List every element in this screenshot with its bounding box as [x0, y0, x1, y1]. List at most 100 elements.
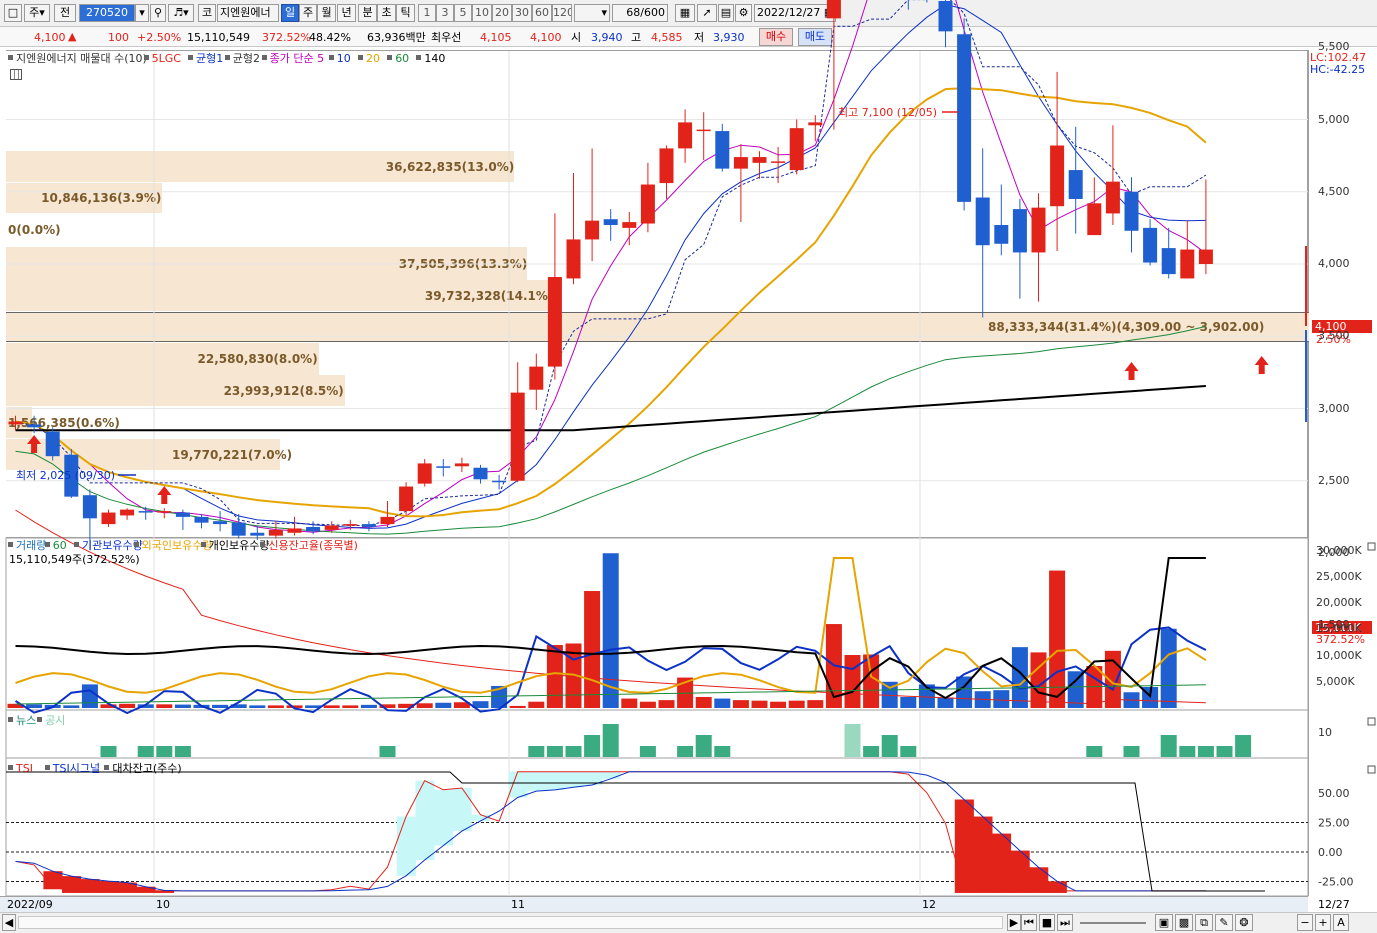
- lc-indicator: [1305, 246, 1307, 326]
- tsi-panel: [5, 757, 1309, 897]
- volume-bar: [26, 704, 43, 708]
- legend-item[interactable]: 60: [53, 539, 67, 552]
- first-page-icon[interactable]: ⏮: [1021, 914, 1037, 931]
- legend-item[interactable]: 뉴스: [16, 714, 36, 727]
- legend-item[interactable]: 종가 단순 5: [270, 52, 324, 65]
- volume-bar: [63, 705, 80, 708]
- tsi-fill: [973, 816, 993, 893]
- legend-marker: [188, 55, 193, 60]
- price-y-tick: 4,500: [1318, 184, 1350, 198]
- candle-body: [826, 0, 841, 19]
- stop-icon[interactable]: ■: [1039, 914, 1055, 931]
- volume-bar: [435, 702, 452, 708]
- candle-body: [510, 392, 525, 481]
- legend-marker: [200, 542, 206, 547]
- legend-item[interactable]: 20: [366, 52, 380, 65]
- panel-close-icon-1: [1367, 717, 1376, 726]
- x-label-dec: 12: [922, 898, 936, 911]
- scroll-left-button[interactable]: ◀: [2, 914, 16, 931]
- low-note: 최저 2,025 (09/30): [16, 469, 116, 482]
- news-bar: [1123, 746, 1140, 757]
- minus-icon[interactable]: −: [1297, 914, 1313, 931]
- last-page-icon[interactable]: ⏭: [1057, 914, 1073, 931]
- volume-bar: [546, 645, 563, 708]
- legend-item[interactable]: 지엔원에너지 매물대 수(10): [16, 52, 147, 65]
- legend-item[interactable]: 균형1: [196, 52, 223, 65]
- legend-item[interactable]: 공시: [45, 714, 65, 727]
- scroll-track[interactable]: [18, 916, 1003, 929]
- price-y-tick: 3,500: [1318, 329, 1350, 343]
- legend-marker: [328, 55, 334, 60]
- edit-icon[interactable]: ✎: [1215, 914, 1233, 931]
- legend-item[interactable]: 대차잔고(주수): [112, 762, 181, 775]
- volume-bar: [900, 696, 917, 708]
- candle-body: [1087, 203, 1102, 236]
- copy-icon[interactable]: ⧉: [1195, 914, 1213, 931]
- tsi-y-tick: 0.00: [1318, 846, 1343, 859]
- news-bar: [714, 746, 731, 757]
- volume-bar: [1160, 628, 1177, 708]
- volume-bar: [416, 703, 433, 708]
- chart-svg[interactable]: 10 50.00 25.00 0.00 -25.00: [0, 0, 1377, 933]
- legend-item[interactable]: 60: [395, 52, 409, 65]
- candle-body: [585, 220, 600, 240]
- candle-body: [120, 509, 135, 516]
- candle-body: [324, 525, 339, 530]
- candle-body: [1198, 249, 1213, 264]
- volume-bar: [993, 690, 1010, 708]
- indicator-table-icon[interactable]: [10, 69, 22, 80]
- candle-body: [473, 467, 488, 480]
- volume-bar: [509, 705, 526, 708]
- x-label-oct: 10: [156, 898, 170, 911]
- legend-item[interactable]: 거래량: [16, 539, 46, 552]
- volume-bar: [639, 701, 656, 708]
- news-bar: [156, 746, 173, 757]
- plus-icon[interactable]: +: [1315, 914, 1331, 931]
- zoom-slider[interactable]: [1080, 922, 1146, 924]
- legend-item[interactable]: TSI시그널: [53, 762, 100, 775]
- font-size-icon[interactable]: A: [1333, 914, 1349, 931]
- legend-marker: [143, 55, 149, 60]
- volume-bar: [751, 700, 768, 708]
- news-bar: [379, 746, 396, 757]
- legend-item[interactable]: 신용잔고율(종목별): [268, 539, 358, 552]
- tsi-fill: [564, 771, 584, 788]
- volume-y-tick: 25,000K: [1316, 569, 1362, 583]
- legend-marker: [8, 55, 13, 60]
- buy-signal-arrow: [27, 435, 42, 453]
- candle-body: [343, 524, 358, 526]
- volume-bar: [323, 705, 340, 708]
- legend-item[interactable]: TSI: [16, 762, 33, 775]
- legend-marker: [261, 55, 267, 60]
- tsi-y-tick: 25.00: [1318, 817, 1350, 830]
- volume-y-tick: 20,000K: [1316, 596, 1362, 610]
- legend-item[interactable]: 10: [337, 52, 351, 65]
- legend-item[interactable]: 140: [424, 52, 445, 65]
- tsi-fill: [601, 771, 621, 779]
- link-icon[interactable]: ❂: [1235, 914, 1253, 931]
- legend-marker: [358, 55, 363, 60]
- candle-body: [361, 524, 376, 527]
- legend-item[interactable]: 5LGC: [152, 52, 181, 65]
- candle-body: [492, 480, 507, 483]
- legend-marker: [224, 55, 230, 60]
- x-label-nov: 11: [511, 898, 525, 911]
- legend-marker: [416, 55, 422, 60]
- volume-bar: [212, 704, 229, 708]
- news-bar: [602, 724, 619, 757]
- bottom-scroll-bar: ◀ ▶ ⏮ ■ ⏭ ▣ ▩ ⧉ ✎ ❂ − + A: [0, 912, 1377, 933]
- news-bar: [900, 746, 917, 757]
- scroll-right-button[interactable]: ▶: [1007, 914, 1021, 931]
- candle-body: [27, 424, 42, 428]
- legend-item[interactable]: 균형2: [233, 52, 260, 65]
- tsi-fill: [452, 788, 472, 832]
- volume-info: 15,110,549주(372.52%): [9, 553, 140, 566]
- zoom-out-icon[interactable]: ▩: [1175, 914, 1193, 931]
- news-bar: [174, 746, 191, 757]
- news-bar: [1235, 735, 1252, 757]
- ma20-line: [15, 87, 1207, 518]
- zoom-in-icon[interactable]: ▣: [1155, 914, 1173, 931]
- candle-body: [45, 431, 60, 457]
- volume-bar: [584, 591, 601, 708]
- news-bar: [639, 746, 656, 757]
